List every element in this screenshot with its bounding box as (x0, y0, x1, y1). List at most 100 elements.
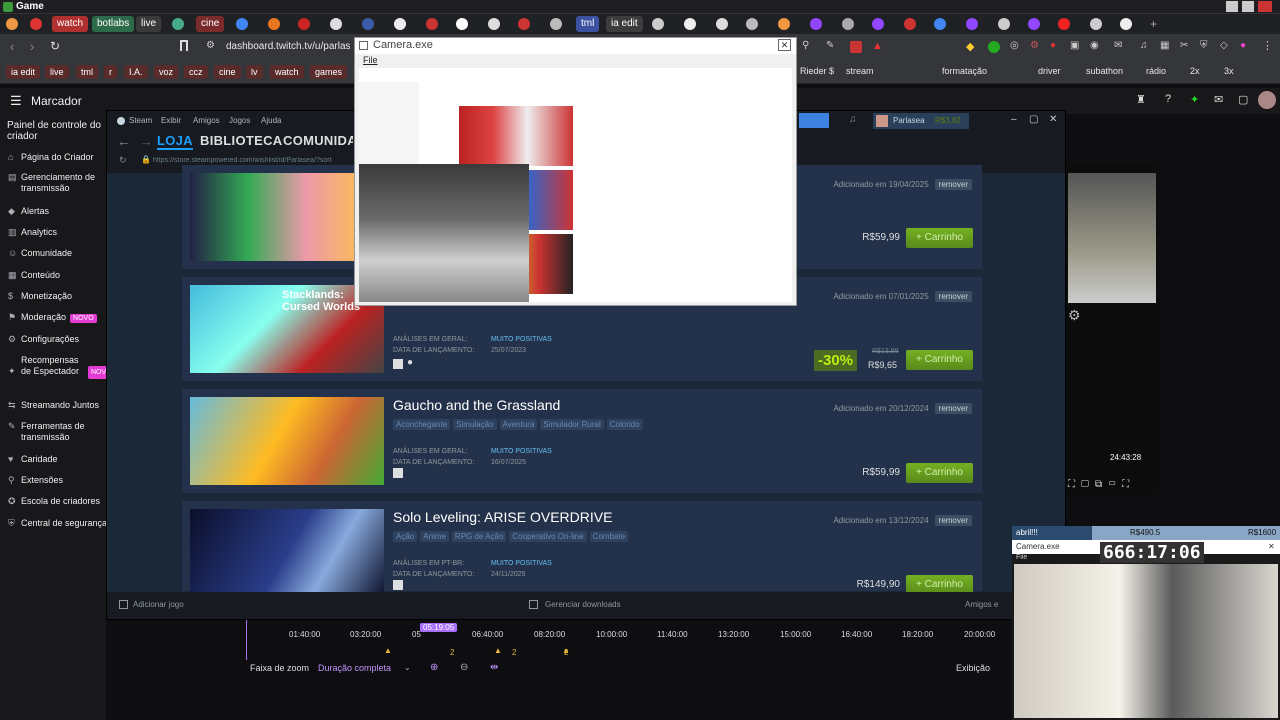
zoom-range-select[interactable]: Duração completa (318, 663, 391, 673)
bookmark-item[interactable]: live (45, 65, 69, 79)
extensions-icon[interactable] (988, 41, 1000, 53)
game-title[interactable]: Gaucho and the Grassland (393, 397, 560, 413)
nav-library[interactable]: BIBLIOTECA (200, 133, 282, 148)
tab-icon[interactable] (684, 18, 696, 30)
manage-downloads-button[interactable]: Gerenciar downloads (545, 600, 621, 609)
sidebar-item-alerts[interactable]: ◆ Alertas (8, 206, 49, 217)
downloads-icon[interactable] (529, 600, 538, 609)
user-menu[interactable]: Parlasea R$3,82 (873, 113, 969, 129)
tag[interactable]: RPG de Ação (451, 531, 507, 542)
sidebar-item-monetization[interactable]: $ Monetização (8, 291, 72, 302)
extensions-icon[interactable]: ◆ (966, 40, 974, 53)
fit-icon[interactable]: ⇹ (490, 662, 498, 673)
extensions-icon[interactable]: ⚙ (1030, 40, 1039, 51)
sidebar-item-broadcast-tools[interactable]: ✎ Ferramentas de transmissão (8, 421, 101, 443)
zoom-icon[interactable]: ⚲ (802, 40, 809, 51)
extensions-icon[interactable]: ✉ (1114, 40, 1122, 51)
tab-icon[interactable] (488, 18, 500, 30)
extensions-icon[interactable]: ▲ (872, 40, 883, 52)
extensions-icon[interactable]: ◉ (1090, 40, 1099, 51)
tab-icon[interactable] (1120, 18, 1132, 30)
game-title[interactable]: Solo Leveling: ARISE OVERDRIVE (393, 509, 612, 525)
google-icon[interactable] (934, 18, 946, 30)
hamburger-icon[interactable]: ☰ (10, 93, 22, 109)
tab-icon[interactable] (778, 18, 790, 30)
steam-menu-item[interactable]: Amigos (193, 116, 220, 125)
tab-live[interactable]: live (136, 16, 162, 32)
tab-icon[interactable] (394, 18, 406, 30)
bookmark-item[interactable]: games (310, 65, 348, 79)
nav-community[interactable]: COMUNIDADE (283, 133, 353, 148)
sidebar-item-creator-page[interactable]: ⌂ Página do Criador (8, 152, 94, 163)
tag[interactable]: Aconchegante (393, 419, 451, 430)
bookmark-item[interactable]: subathon (1086, 66, 1123, 76)
maximize-button[interactable] (1242, 1, 1254, 12)
extensions-icon[interactable]: ▣ (1070, 40, 1079, 51)
sidebar-item-viewer-rewards[interactable]: ✦Recompensas de Espectador NOVO (8, 355, 115, 379)
file-menu[interactable]: File (363, 55, 378, 65)
tab-icon[interactable] (810, 18, 822, 30)
close-button[interactable]: ✕ (1049, 114, 1057, 125)
nav-store[interactable]: LOJA (157, 133, 193, 150)
site-info-icon[interactable]: ⚙ (206, 40, 215, 51)
twitch-icon[interactable] (872, 18, 884, 30)
close-icon[interactable]: ✕ (1268, 542, 1275, 551)
tab-cine[interactable]: cine (196, 16, 225, 32)
sidebar-item-settings[interactable]: ⚙ Configurações (8, 334, 79, 345)
bookmark-item[interactable]: formatação (942, 66, 987, 76)
zoom-in-icon[interactable]: ⊕ (430, 662, 438, 673)
sidebar-item-safety-center[interactable]: ⛨ Central de segurança (8, 518, 107, 529)
minimize-button[interactable]: – (1011, 114, 1017, 125)
tag[interactable]: Simulação (453, 419, 497, 430)
extensions-icon[interactable]: ⛨ (1200, 40, 1208, 51)
youtube-icon[interactable] (1058, 18, 1070, 30)
extensions-icon[interactable]: ◇ (1220, 40, 1228, 51)
chrome-icon[interactable] (172, 18, 184, 30)
remove-button[interactable]: remover (934, 403, 972, 414)
video-controls[interactable]: ⛶▢⧉▭⛶ (1068, 479, 1135, 490)
bookmark-icon[interactable]: ▢ (1238, 93, 1248, 106)
sidebar-item-community[interactable]: ☺ Comunidade (8, 248, 72, 259)
zoom-out-icon[interactable]: ⊖ (460, 662, 468, 673)
bookmark-item[interactable]: ccz (184, 65, 208, 79)
tab-icon[interactable] (998, 18, 1010, 30)
back-icon[interactable]: ‹ (10, 39, 14, 54)
forward-icon[interactable]: → (139, 133, 153, 149)
bookmark-item[interactable]: stream (846, 66, 874, 76)
friends-chat-button[interactable]: Amigos e (965, 600, 998, 609)
add-to-cart-button[interactable]: + Carrinho (906, 350, 973, 370)
google-icon[interactable] (236, 18, 248, 30)
sidebar-item-moderation[interactable]: ⚑ Moderação NOVO (8, 312, 97, 324)
steam-menu-item[interactable]: Ajuda (261, 116, 281, 125)
bookmark-item[interactable]: r (104, 65, 117, 79)
tab-watch[interactable]: watch (52, 16, 89, 32)
tag[interactable]: Colorido (606, 419, 643, 430)
mail-icon[interactable]: ✉ (1214, 93, 1223, 106)
remove-button[interactable]: remover (934, 291, 972, 302)
tab-icon[interactable] (716, 18, 728, 30)
add-to-cart-button[interactable]: + Carrinho (906, 228, 973, 248)
bookmark-item[interactable]: 2x (1190, 66, 1200, 76)
bookmark-item[interactable]: cine (214, 65, 241, 79)
add-game-icon[interactable] (119, 600, 128, 609)
help-icon[interactable]: ? (1165, 93, 1171, 105)
sidebar-item-content[interactable]: ▦ Conteúdo (8, 270, 60, 281)
tab-icon[interactable] (652, 18, 664, 30)
extensions-icon[interactable]: ● (1240, 40, 1246, 51)
steam-menu-item[interactable]: Exibir (161, 116, 181, 125)
tab-icon[interactable] (330, 18, 342, 30)
tab-icon[interactable] (518, 18, 530, 30)
reload-icon[interactable]: ↻ (119, 155, 127, 166)
extensions-icon[interactable]: ♫ (1140, 40, 1148, 51)
bookmark-item[interactable]: Rieder $ (800, 66, 834, 76)
bookmark-item[interactable]: I.A. (124, 65, 148, 79)
twitch-icon[interactable] (904, 18, 916, 30)
share-icon[interactable]: ✎ (826, 40, 834, 51)
sidebar-item-stream-together[interactable]: ⇆ Streamando Juntos (8, 400, 99, 411)
close-tab-icon[interactable] (842, 18, 854, 30)
sidebar-item-charity[interactable]: ♥ Caridade (8, 454, 58, 465)
bookmark-item[interactable]: driver (1038, 66, 1061, 76)
add-to-cart-button[interactable]: + Carrinho (906, 463, 973, 483)
tab-botlabs[interactable]: botlabs (92, 16, 135, 32)
close-button[interactable] (1258, 1, 1272, 12)
